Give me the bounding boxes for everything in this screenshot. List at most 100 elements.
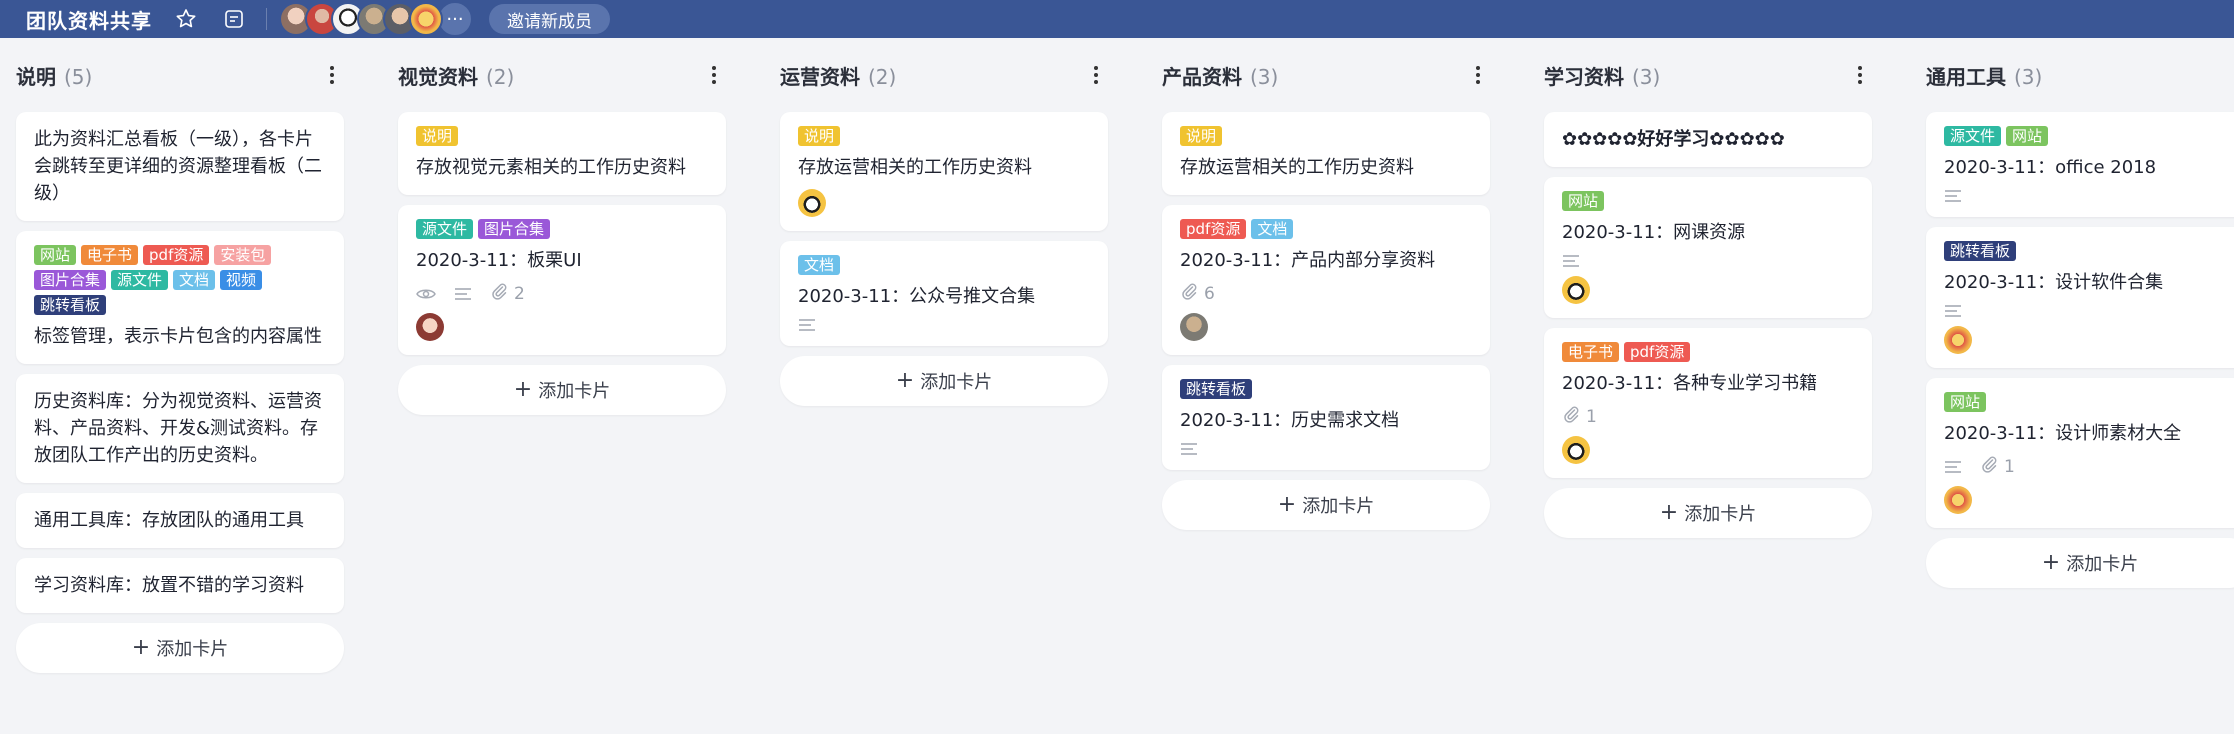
tag-label: 电子书 [1562, 342, 1620, 362]
attachment-indicator: 1 [1980, 455, 2015, 478]
card-tags: 源文件 图片合集 [416, 219, 708, 239]
card-meta [1944, 304, 2234, 318]
card-title: 标签管理，表示卡片包含的内容属性 [34, 326, 322, 347]
column-title[interactable]: 说明 [16, 65, 56, 89]
description-icon [1944, 304, 1962, 318]
card[interactable]: 电子书 pdf资源 2020-3-11：各种专业学习书籍 1 [1544, 328, 1872, 478]
card-meta [798, 318, 1090, 332]
card[interactable]: 源文件 图片合集 2020-3-11：板栗UI 2 [398, 205, 726, 355]
tag-label: pdf资源 [1624, 342, 1691, 362]
card[interactable]: 网站 2020-3-11：网课资源 [1544, 177, 1872, 318]
attachment-indicator: 6 [1180, 282, 1215, 305]
paperclip-icon [1180, 282, 1198, 305]
card[interactable]: 此为资料汇总看板（一级），各卡片会跳转至更详细的资源整理看板（二级） [16, 112, 344, 221]
tag-label: 跳转看板 [1180, 379, 1253, 399]
card-meta: 2 [416, 282, 708, 305]
card[interactable]: pdf资源 文档 2020-3-11：产品内部分享资料 6 [1162, 205, 1490, 355]
tag-label: 网站 [1562, 191, 1605, 211]
paperclip-icon [490, 282, 508, 305]
tag-label: 网站 [1944, 392, 1987, 412]
column-title[interactable]: 视觉资料 [398, 65, 478, 89]
member-avatar[interactable] [1562, 436, 1590, 464]
column: 运营资料 (2) 说明 存放运营相关的工作历史资料 文档 2020-3-11：公众号推文合… [780, 38, 1108, 673]
column-menu-icon[interactable] [2230, 63, 2234, 87]
column-menu-icon[interactable] [1466, 63, 1490, 87]
column-title[interactable]: 产品资料 [1162, 65, 1242, 89]
add-card-button[interactable]: + 添加卡片 [1162, 480, 1490, 530]
card[interactable]: 说明 存放视觉元素相关的工作历史资料 [398, 112, 726, 195]
tag-label: pdf资源 [1180, 219, 1247, 239]
card-meta: 1 [1944, 455, 2234, 478]
card-title: 存放运营相关的工作历史资料 [1180, 157, 1414, 178]
card[interactable]: 跳转看板 2020-3-11：历史需求文档 [1162, 365, 1490, 470]
card[interactable]: 网站 电子书 pdf资源 安装包 图片合集 源文件 文档 视频 跳转看板标签管理，表示卡片包含的… [16, 231, 344, 364]
column-header: 产品资料 (3) [1162, 38, 1490, 112]
member-avatar[interactable] [798, 189, 826, 217]
add-card-button[interactable]: + 添加卡片 [780, 356, 1108, 406]
column-title[interactable]: 运营资料 [780, 65, 860, 89]
card-meta [1562, 254, 1854, 268]
card[interactable]: 说明 存放运营相关的工作历史资料 [780, 112, 1108, 231]
top-bar: 团队资料共享 ··· 邀请新成员 [0, 0, 2234, 38]
member-avatar[interactable] [409, 2, 443, 36]
card[interactable]: 学习资料库：放置不错的学习资料 [16, 558, 344, 613]
card-tags: 跳转看板 [1944, 241, 2234, 261]
card[interactable]: 历史资料库：分为视觉资料、运营资料、产品资料、开发&测试资料。存放团队工作产出的… [16, 374, 344, 483]
tag-label: 源文件 [416, 219, 474, 239]
card[interactable]: 跳转看板 2020-3-11：设计软件合集 [1926, 227, 2234, 368]
card-tags: 网站 电子书 pdf资源 安装包 图片合集 源文件 文档 视频 跳转看板 [34, 245, 326, 315]
column-card-count: (3) [1632, 64, 1661, 89]
add-card-button[interactable]: + 添加卡片 [1544, 488, 1872, 538]
add-card-button[interactable]: + 添加卡片 [1926, 538, 2234, 588]
column-menu-icon[interactable] [702, 63, 726, 87]
column-menu-icon[interactable] [1848, 63, 1872, 87]
tag-label: 文档 [173, 270, 216, 290]
tag-label: 电子书 [81, 245, 139, 265]
member-avatar[interactable] [1944, 486, 1972, 514]
board-info-icon[interactable] [220, 5, 248, 33]
column-card-count: (3) [1250, 64, 1279, 89]
member-avatar[interactable] [1562, 276, 1590, 304]
plus-icon: + [1277, 492, 1297, 517]
card-tags: 网站 [1944, 392, 2234, 412]
card-title: 历史资料库：分为视觉资料、运营资料、产品资料、开发&测试资料。存放团队工作产出的… [34, 391, 322, 466]
attachment-count: 1 [1586, 406, 1597, 427]
member-avatar[interactable] [1180, 313, 1208, 341]
add-card-label: 添加卡片 [156, 639, 229, 660]
board-title: 团队资料共享 [26, 8, 152, 33]
card[interactable]: ✿✿✿✿✿好好学习✿✿✿✿✿ [1544, 112, 1872, 167]
card-title: 2020-3-11：历史需求文档 [1180, 410, 1400, 431]
description-icon [798, 318, 816, 332]
member-avatars[interactable]: ··· [279, 1, 473, 37]
card[interactable]: 通用工具库：存放团队的通用工具 [16, 493, 344, 548]
column-menu-icon[interactable] [1084, 63, 1108, 87]
invite-member-button[interactable]: 邀请新成员 [489, 4, 610, 34]
column-header: 说明 (5) [16, 38, 344, 112]
add-card-button[interactable]: + 添加卡片 [398, 365, 726, 415]
card[interactable]: 网站 2020-3-11：设计师素材大全 1 [1926, 378, 2234, 528]
member-avatar[interactable] [416, 313, 444, 341]
card[interactable]: 文档 2020-3-11：公众号推文合集 [780, 241, 1108, 346]
add-card-label: 添加卡片 [538, 381, 611, 402]
card-tags: 说明 [416, 126, 708, 146]
tag-label: 说明 [1180, 126, 1223, 146]
kanban-board: 说明 (5) 此为资料汇总看板（一级），各卡片会跳转至更详细的资源整理看板（二级） 网… [16, 38, 2234, 673]
column-card-count: (5) [64, 64, 93, 89]
star-icon[interactable] [172, 5, 200, 33]
description-icon [1180, 442, 1198, 456]
card[interactable]: 说明存放运营相关的工作历史资料 [1162, 112, 1490, 195]
column-menu-icon[interactable] [320, 63, 344, 87]
column-title[interactable]: 学习资料 [1544, 65, 1624, 89]
card-title: 2020-3-11：各种专业学习书籍 [1562, 373, 1818, 394]
tag-label: 说明 [798, 126, 841, 146]
card[interactable]: 源文件 网站 2020-3-11：office 2018 [1926, 112, 2234, 217]
column-title[interactable]: 通用工具 [1926, 65, 2006, 89]
add-card-button[interactable]: + 添加卡片 [16, 623, 344, 673]
card-meta [1944, 189, 2234, 203]
column: 说明 (5) 此为资料汇总看板（一级），各卡片会跳转至更详细的资源整理看板（二级） 网… [16, 38, 344, 673]
tag-label: 视频 [220, 270, 263, 290]
tag-label: 安装包 [214, 245, 272, 265]
plus-icon: + [131, 635, 151, 660]
member-avatar[interactable] [1944, 326, 1972, 354]
card-tags: 源文件 网站 [1944, 126, 2234, 146]
